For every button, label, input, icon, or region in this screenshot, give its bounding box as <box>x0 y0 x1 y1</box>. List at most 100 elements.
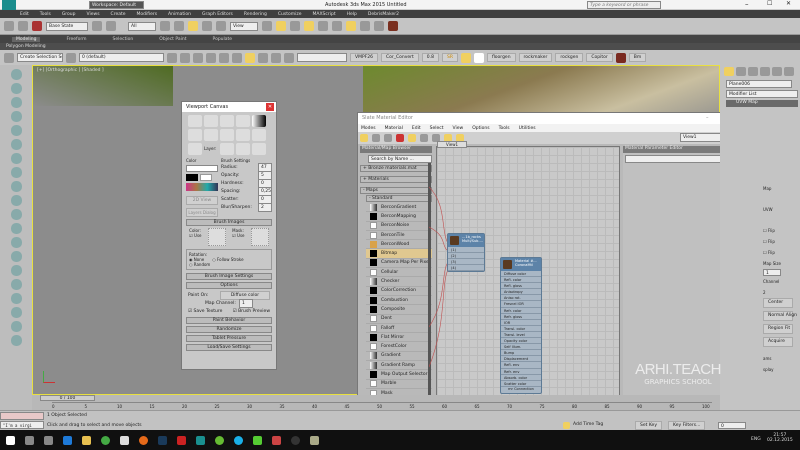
render-frame2-icon[interactable] <box>271 52 281 63</box>
app-logo[interactable] <box>2 0 16 10</box>
app-red-icon[interactable] <box>272 435 281 445</box>
menu-edit[interactable]: Edit <box>20 12 29 17</box>
mr-connection[interactable]: mr Connection <box>501 387 541 393</box>
group-maps[interactable]: - Maps <box>360 187 432 194</box>
menu-modifiers[interactable]: Modifiers <box>137 12 158 17</box>
angle-snap-icon[interactable] <box>304 21 314 31</box>
render-setup-icon[interactable] <box>360 21 370 31</box>
add-time-tag[interactable]: Add Time Tag <box>563 422 603 429</box>
time-slider[interactable]: 0 / 100 <box>40 395 95 401</box>
display-tab-icon[interactable] <box>772 67 782 76</box>
vmpf26-button[interactable]: VMPF26 <box>350 53 378 62</box>
sr-button[interactable]: SR <box>441 53 458 62</box>
object-name-input[interactable]: Plane006 <box>726 80 792 88</box>
scene-states-icon[interactable] <box>32 21 42 31</box>
cor-convert-button[interactable]: Cor_Convert <box>381 53 419 62</box>
group-bronze[interactable]: + Bronze materials.mat <box>360 165 432 172</box>
sme-menu-modes[interactable]: Modes <box>361 126 376 131</box>
teapot-icon[interactable] <box>284 52 294 63</box>
layer-del-icon[interactable] <box>252 143 266 155</box>
tool-17-icon[interactable] <box>10 293 22 304</box>
key-filters-button[interactable]: Key Filters... <box>668 421 706 430</box>
motion-tab-icon[interactable] <box>760 67 770 76</box>
undo-icon[interactable] <box>4 21 14 31</box>
clone-icon[interactable] <box>220 115 234 127</box>
workspace-select[interactable]: Workspace: Default <box>89 1 144 9</box>
map-item[interactable]: Falloff <box>366 324 432 334</box>
flip-v-checkbox[interactable]: ☐ Flip <box>763 236 793 247</box>
schematic-icon[interactable] <box>219 52 229 63</box>
current-frame-input[interactable]: 0 <box>718 422 746 429</box>
options-rollout[interactable]: Options <box>186 282 272 289</box>
menu-help[interactable]: Help <box>347 12 357 17</box>
save-texture-checkbox[interactable]: ☑ Save Texture <box>188 309 222 314</box>
map-item[interactable]: Cellular <box>366 268 432 278</box>
map-item[interactable]: ForestColor <box>366 342 432 352</box>
search-icon[interactable] <box>25 435 34 445</box>
sme-menu-select[interactable]: Select <box>430 126 444 131</box>
layer-dup-icon[interactable] <box>236 143 250 155</box>
map-item[interactable]: BerconGradient <box>366 203 432 213</box>
3dsmax-icon[interactable] <box>196 435 205 445</box>
sun-icon[interactable] <box>460 52 471 63</box>
sme-move-children-icon[interactable] <box>408 134 416 142</box>
rotate-icon[interactable] <box>202 21 212 31</box>
rockgen-button[interactable]: rockgen <box>555 53 584 62</box>
minimize-button[interactable]: – <box>745 0 749 8</box>
utorrent-icon[interactable] <box>215 435 224 445</box>
tab-object-paint[interactable]: Object Paint <box>159 37 186 42</box>
brush-images-rollout[interactable]: Brush Images <box>186 219 272 226</box>
align-icon[interactable] <box>346 21 356 31</box>
map-item[interactable]: Dent <box>366 315 432 324</box>
color-brush-image[interactable] <box>207 228 226 246</box>
menu-maxscript[interactable]: MAXScript <box>313 12 336 17</box>
skype-icon[interactable] <box>234 435 243 445</box>
map-item[interactable]: BerconTile <box>366 231 432 241</box>
map-item[interactable]: BerconWood <box>366 240 432 250</box>
color-black[interactable] <box>186 174 198 181</box>
clock[interactable]: 21:57 02.12.2015 <box>767 433 793 443</box>
tab-modeling[interactable]: Modeling <box>12 36 41 42</box>
tablet-pressure-rollout[interactable]: Tablet Pressure <box>186 335 272 342</box>
tool-5-icon[interactable] <box>10 125 22 136</box>
render-icon[interactable] <box>374 21 384 31</box>
select-manipulate-icon[interactable] <box>276 21 286 31</box>
obs-icon[interactable] <box>291 435 300 445</box>
sharpen-icon[interactable] <box>204 129 218 141</box>
tool-15-icon[interactable] <box>10 265 22 276</box>
map-item[interactable]: Composite <box>366 305 432 315</box>
group-standard[interactable]: - Standard <box>366 195 432 202</box>
map-item[interactable]: Map Output Selector <box>366 370 432 380</box>
layer-select[interactable]: 0 (default) <box>79 53 164 62</box>
corona-material-node[interactable]: Material #... CoronaMtl Diffuse color Refl… <box>500 257 542 394</box>
scale-icon[interactable] <box>216 21 226 31</box>
map-item[interactable]: Flat Mirror <box>366 333 432 343</box>
flip-u-checkbox[interactable]: ☐ Flip <box>763 225 793 236</box>
start-icon[interactable] <box>6 435 15 445</box>
modifier-list-select[interactable]: Modifier List <box>726 90 798 98</box>
script-dropdown[interactable] <box>297 53 347 62</box>
blur-icon[interactable] <box>188 129 202 141</box>
icq-icon[interactable] <box>253 435 262 445</box>
map-item[interactable]: BerconMapping <box>366 212 432 222</box>
browser-search-input[interactable]: Search by Name ... <box>368 155 432 163</box>
map-item[interactable]: Marble <box>366 380 432 389</box>
sme-menu-edit[interactable]: Edit <box>412 126 421 131</box>
brush-preview-checkbox[interactable]: ☑ Brush Preview <box>233 309 270 314</box>
viewport-label[interactable]: [+] [Orthographic ] [Shaded ] <box>37 68 104 73</box>
search-input[interactable]: Type a keyword or phrase <box>587 1 661 9</box>
polygon-modeling-panel[interactable]: Polygon Modeling <box>0 43 800 50</box>
edit-selection-icon[interactable] <box>4 52 14 63</box>
color-white[interactable] <box>200 174 212 181</box>
normal-align-button[interactable]: Normal Align <box>763 311 797 321</box>
layers-dialog-button[interactable]: Layers Dialog <box>186 208 218 217</box>
floorgen-button[interactable]: floorgen <box>486 53 516 62</box>
menu-views[interactable]: Views <box>87 12 100 17</box>
layer-manager-icon[interactable] <box>66 52 76 63</box>
firefox-icon[interactable] <box>139 435 148 445</box>
tool-9-icon[interactable] <box>10 181 22 192</box>
blur-sharpen-input[interactable]: 2 <box>258 202 272 212</box>
tool-2-icon[interactable] <box>10 83 22 94</box>
material-editor-icon[interactable] <box>245 52 255 63</box>
task-view-icon[interactable] <box>44 435 53 445</box>
